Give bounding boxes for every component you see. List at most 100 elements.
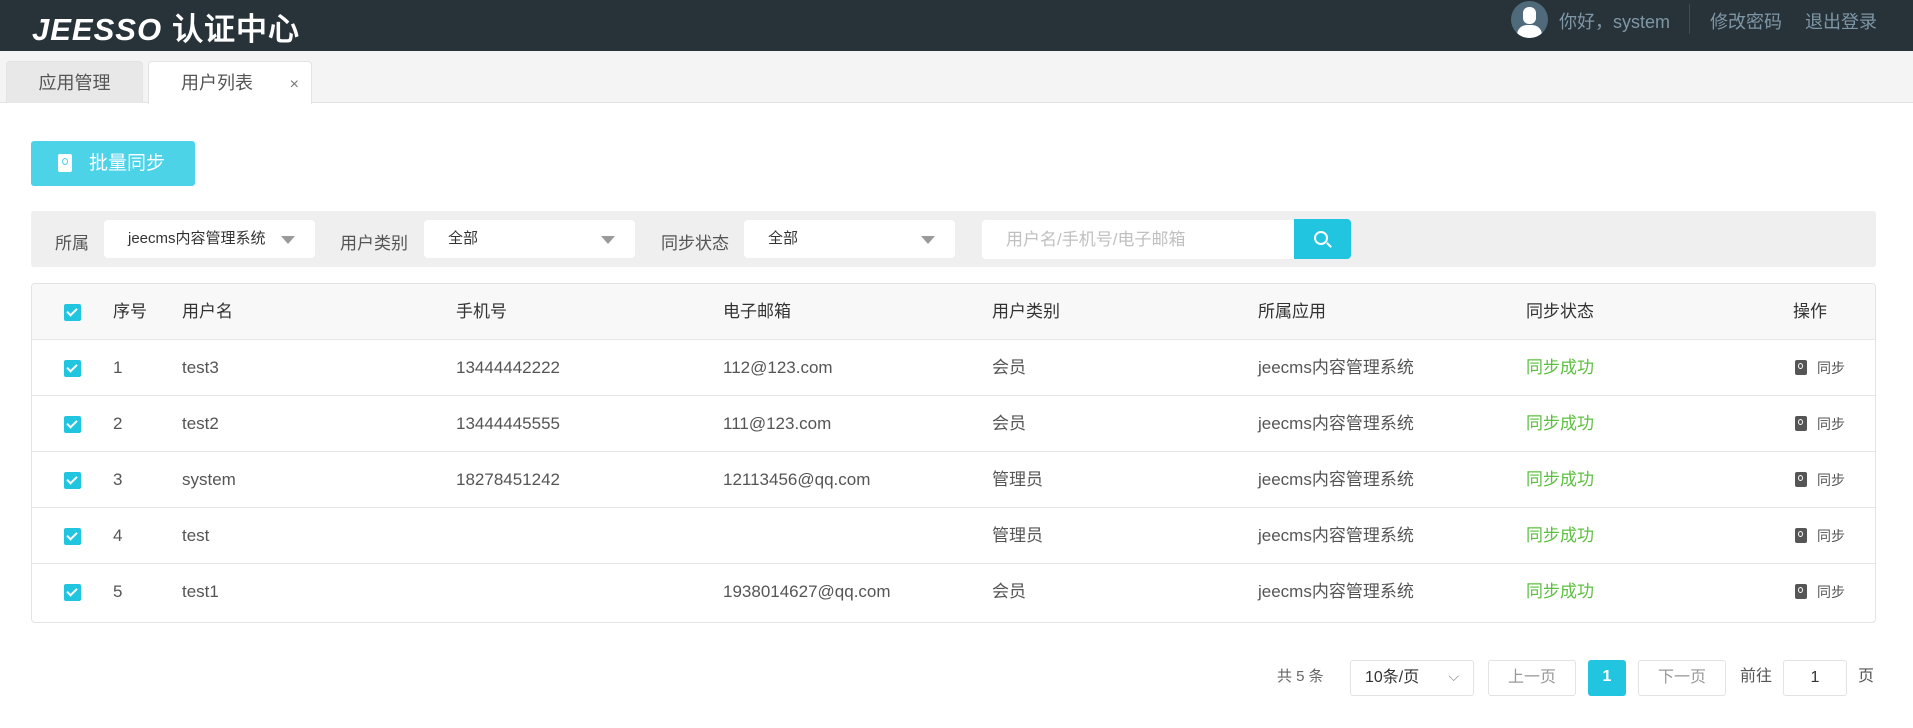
tab-app-management[interactable]: 应用管理 [6, 61, 143, 103]
type-select-value: 全部 [448, 230, 479, 247]
sync-action-button[interactable]: 同步 [1795, 452, 1845, 508]
sync-book-icon [1795, 472, 1807, 487]
row-username: test1 [182, 582, 219, 601]
sync-action-button[interactable]: 同步 [1795, 564, 1845, 620]
table-row: 1 test3 13444442222 112@123.com 会员 jeecms内容管理… [32, 340, 1875, 396]
row-status: 同步成功 [1526, 582, 1594, 601]
logo-cn: 认证中心 [172, 12, 301, 47]
tab-label: 用户列表 [181, 73, 253, 93]
row-email: 112@123.com [723, 358, 833, 377]
sync-book-icon [1795, 416, 1807, 431]
sync-book-icon [1795, 584, 1807, 599]
sync-book-icon [1795, 528, 1807, 543]
row-no: 2 [113, 414, 123, 433]
col-username: 用户名 [182, 302, 233, 321]
row-checkbox[interactable] [64, 584, 81, 601]
row-app: jeecms内容管理系统 [1258, 526, 1414, 545]
sync-action-button[interactable]: 同步 [1795, 396, 1845, 452]
col-phone: 手机号 [456, 302, 507, 321]
row-status: 同步成功 [1526, 414, 1594, 433]
row-email: 12113456@qq.com [723, 470, 871, 489]
batch-sync-label: 批量同步 [89, 153, 166, 174]
sync-status-select[interactable]: 全部 [744, 220, 955, 258]
app-filter-label: 所属 [55, 234, 89, 253]
row-type: 管理员 [992, 470, 1043, 489]
total-count: 共 5 条 [1277, 668, 1324, 685]
tab-bar: 应用管理 用户列表 × [0, 51, 1913, 104]
sync-action-button[interactable]: 同步 [1795, 340, 1845, 396]
app-select-value: jeecms内容管理系统 [128, 230, 266, 247]
search-input[interactable] [982, 220, 1295, 259]
row-app: jeecms内容管理系统 [1258, 414, 1414, 433]
type-filter-label: 用户类别 [340, 234, 408, 253]
user-type-select[interactable]: 全部 [424, 220, 635, 258]
row-app: jeecms内容管理系统 [1258, 582, 1414, 601]
row-no: 3 [113, 470, 123, 489]
sync-book-icon [58, 154, 72, 172]
row-checkbox[interactable] [64, 472, 81, 489]
search-button[interactable] [1294, 219, 1351, 259]
row-type: 会员 [992, 358, 1026, 377]
row-checkbox[interactable] [64, 528, 81, 545]
batch-sync-button[interactable]: 批量同步 [31, 141, 195, 186]
logo-latin: JEESSO [32, 12, 163, 47]
row-checkbox[interactable] [64, 360, 81, 377]
row-type: 会员 [992, 414, 1026, 433]
row-phone: 13444445555 [456, 414, 561, 433]
page-size-value: 10条/页 [1365, 669, 1420, 686]
row-username: test3 [182, 358, 219, 377]
sync-action-label: 同步 [1817, 360, 1845, 376]
col-action: 操作 [1793, 302, 1827, 321]
col-email: 电子邮箱 [723, 302, 791, 321]
status-select-value: 全部 [768, 230, 799, 247]
row-app: jeecms内容管理系统 [1258, 470, 1414, 489]
close-icon[interactable]: × [290, 64, 299, 106]
row-status: 同步成功 [1526, 470, 1594, 489]
row-no: 5 [113, 582, 123, 601]
page-suffix: 页 [1858, 668, 1875, 685]
app-select[interactable]: jeecms内容管理系统 [104, 220, 315, 258]
page-size-select[interactable]: 10条/页 ⌵ [1350, 660, 1474, 696]
sync-action-label: 同步 [1817, 416, 1845, 432]
table-row: 4 test 管理员 jeecms内容管理系统 同步成功 同步 [32, 508, 1875, 564]
caret-down-icon [281, 236, 295, 244]
row-status: 同步成功 [1526, 526, 1594, 545]
row-type: 会员 [992, 582, 1026, 601]
caret-down-icon [601, 236, 615, 244]
sync-action-label: 同步 [1817, 584, 1845, 600]
row-username: test [182, 526, 210, 545]
select-all-checkbox[interactable] [64, 304, 81, 321]
table-row: 2 test2 13444445555 111@123.com 会员 jeecms内容管理… [32, 396, 1875, 452]
row-email: 1938014627@qq.com [723, 582, 891, 601]
table-row: 5 test1 1938014627@qq.com 会员 jeecms内容管理系统 同步成… [32, 564, 1875, 620]
row-username: test2 [182, 414, 219, 433]
row-phone: 13444442222 [456, 358, 561, 377]
row-phone: 18278451242 [456, 470, 561, 489]
goto-label: 前往 [1740, 668, 1773, 685]
logout-link[interactable]: 退出登录 [1805, 8, 1877, 34]
page-1-button[interactable]: 1 [1588, 660, 1626, 696]
goto-page-input[interactable]: 1 [1783, 660, 1847, 696]
avatar-icon [1511, 1, 1548, 38]
caret-down-icon [921, 236, 935, 244]
prev-page-button[interactable]: 上一页 [1488, 660, 1576, 696]
logo: JEESSO 认证中心 [32, 4, 300, 49]
row-checkbox[interactable] [64, 416, 81, 433]
chevron-down-icon: ⌵ [1448, 668, 1459, 684]
row-email: 111@123.com [723, 414, 832, 433]
sync-action-label: 同步 [1817, 528, 1845, 544]
tab-user-list[interactable]: 用户列表 × [148, 61, 312, 104]
row-status: 同步成功 [1526, 358, 1594, 377]
row-no: 1 [113, 358, 123, 377]
filter-bar: 所属 jeecms内容管理系统 用户类别 全部 同步状态 全部 [31, 211, 1876, 267]
change-password-link[interactable]: 修改密码 [1710, 8, 1782, 34]
sync-book-icon [1795, 360, 1807, 375]
row-username: system [182, 470, 236, 489]
col-no: 序号 [113, 302, 147, 321]
row-type: 管理员 [992, 526, 1043, 545]
next-page-button[interactable]: 下一页 [1638, 660, 1726, 696]
col-type: 用户类别 [992, 302, 1060, 321]
sync-action-button[interactable]: 同步 [1795, 508, 1845, 564]
col-app: 所属应用 [1258, 302, 1326, 321]
status-filter-label: 同步状态 [661, 234, 729, 253]
